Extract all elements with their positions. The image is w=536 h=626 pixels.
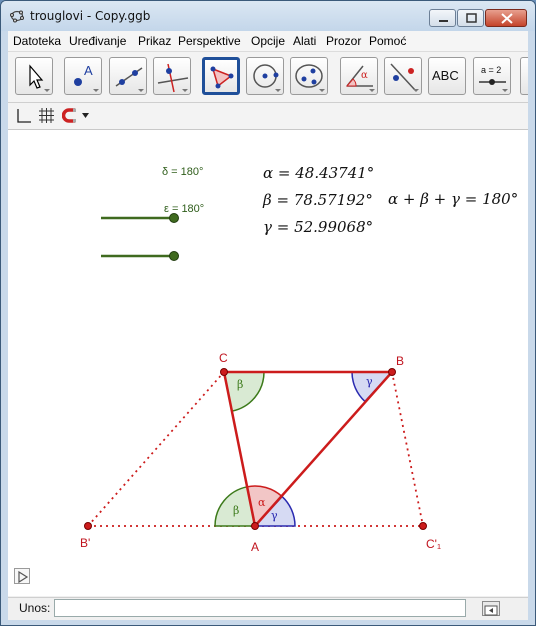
point-c-prime-label: C'₁ [426, 537, 442, 551]
keyboard-toggle-button[interactable] [482, 601, 500, 616]
segment-a-b[interactable] [254, 371, 393, 527]
menu-uredivanje[interactable]: Uređivanje [69, 34, 126, 48]
reflect-tool-button[interactable] [384, 57, 422, 95]
axes-icon[interactable] [14, 108, 32, 124]
move-tool-icon [29, 64, 50, 92]
text-tool-button[interactable]: ABC [428, 57, 466, 95]
close-button[interactable] [485, 9, 527, 27]
menu-datoteka[interactable]: Datoteka [13, 34, 61, 48]
menu-prikaz[interactable]: Prikaz [138, 34, 171, 48]
keyboard-icon [484, 605, 498, 616]
magnet-icon[interactable] [62, 108, 78, 123]
conic-tool-icon [295, 64, 325, 92]
angle-tool-button[interactable]: α [340, 57, 378, 95]
menu-alati[interactable]: Alati [293, 34, 316, 48]
play-button[interactable] [14, 568, 30, 584]
text-tool-icon: ABC [432, 68, 459, 83]
geogebra-logo-icon [10, 10, 24, 23]
toolbar: A α ABC a = 2 [8, 52, 528, 103]
close-icon [501, 13, 513, 24]
gamma-label-at-a: γ [271, 509, 278, 522]
segment-b-c-prime[interactable] [391, 371, 424, 527]
menu-opcije[interactable]: Opcije [251, 34, 285, 48]
line-tool-button[interactable] [109, 57, 147, 95]
perpendicular-line-tool-button[interactable] [153, 57, 191, 95]
point-b[interactable] [388, 368, 396, 376]
segment-b-prime-c[interactable] [87, 371, 225, 527]
minimize-icon [439, 20, 448, 22]
gamma-label-at-b: γ [366, 375, 373, 388]
app-client-area: Datoteka Uređivanje Prikaz Perspektive O… [8, 31, 528, 620]
maximize-button[interactable] [457, 9, 484, 27]
minimize-button[interactable] [429, 9, 456, 27]
conic-tool-button[interactable] [290, 57, 328, 95]
line-tool-icon [115, 67, 144, 92]
alpha-label-at-a: α [258, 496, 266, 509]
dropdown-arrow-icon[interactable] [82, 113, 90, 119]
input-bar-label: Unos: [19, 601, 51, 615]
point-b-prime-label: B' [80, 536, 91, 550]
slider-tool-button[interactable]: a = 2 [473, 57, 511, 95]
window-title: trouglovi - Copy.ggb [30, 9, 151, 23]
perpendicular-line-tool-icon [157, 63, 189, 93]
style-bar [8, 103, 528, 130]
point-c-label: C [219, 351, 228, 365]
menu-pomoc[interactable]: Pomoć [369, 34, 406, 48]
polygon-tool-button[interactable] [202, 57, 240, 95]
circle-tool-button[interactable] [246, 57, 284, 95]
reflect-tool-icon [390, 63, 419, 92]
play-icon [18, 570, 29, 584]
circle-tool-icon [253, 64, 281, 92]
point-a[interactable] [251, 522, 259, 530]
beta-label-at-c: β [237, 378, 244, 391]
menu-perspektive[interactable]: Perspektive [178, 34, 241, 48]
move-tool-button[interactable] [15, 57, 53, 95]
point-a-label: A [251, 540, 260, 554]
slider-tool-icon [479, 79, 508, 92]
graphics-view[interactable]: δ = 180° ε = 180° α = 48.43741° β = 78.5… [8, 130, 528, 596]
point-tool-label: A [84, 63, 93, 78]
point-c[interactable] [220, 368, 228, 376]
point-b-label: B [396, 354, 405, 368]
point-tool-button[interactable]: A [64, 57, 102, 95]
grid-icon[interactable] [38, 107, 55, 124]
maximize-icon [466, 13, 477, 23]
input-field[interactable] [54, 599, 466, 617]
menu-prozor[interactable]: Prozor [326, 34, 361, 48]
app-window: trouglovi - Copy.ggb Datoteka Uređivanje… [0, 0, 536, 626]
point-c-prime[interactable] [419, 522, 427, 530]
input-bar: Unos: [8, 597, 528, 620]
angle-tool-label: α [361, 70, 368, 81]
point-b-prime[interactable] [84, 522, 92, 530]
more-tool-button[interactable] [520, 57, 528, 95]
title-bar: trouglovi - Copy.ggb [1, 1, 535, 31]
angle-tool-icon [345, 65, 375, 92]
beta-label-at-a: β [233, 504, 240, 517]
geometry-canvas[interactable] [8, 130, 528, 596]
menu-bar: Datoteka Uređivanje Prikaz Perspektive O… [8, 31, 528, 52]
polygon-tool-icon [210, 66, 234, 89]
